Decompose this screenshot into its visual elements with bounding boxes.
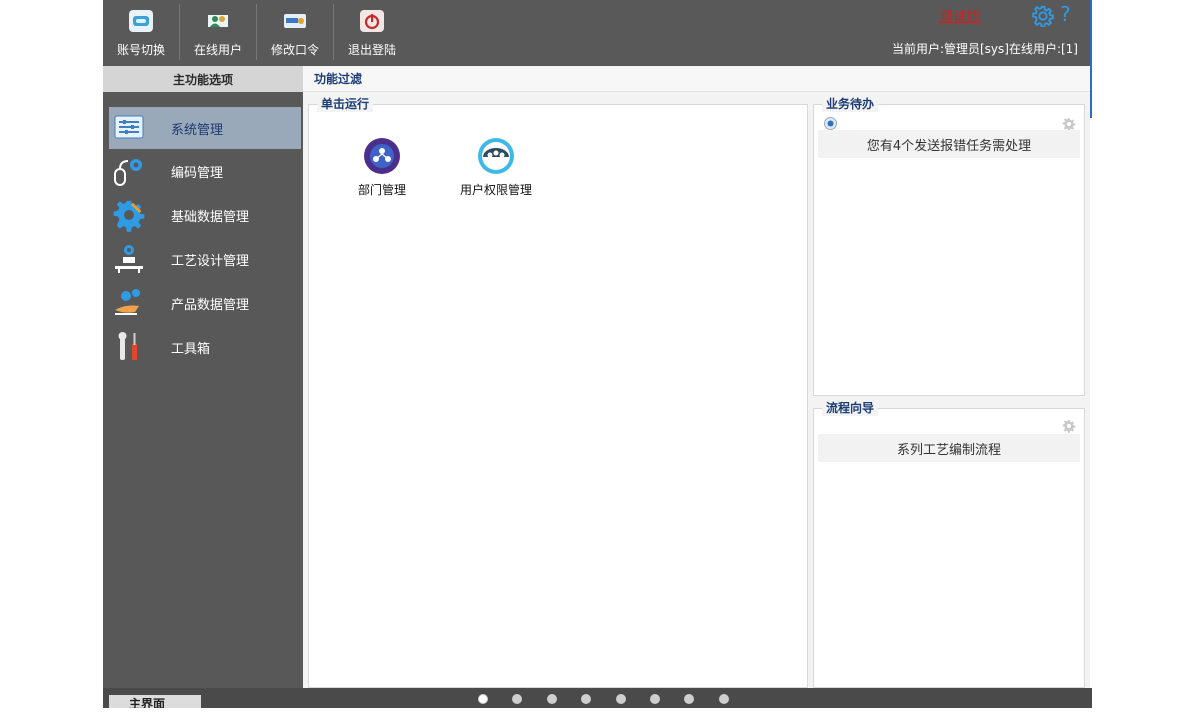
online-users-icon bbox=[206, 10, 230, 32]
sidebar-item-label: 产品数据管理 bbox=[171, 297, 250, 313]
sidebar-item-label: 系统管理 bbox=[171, 122, 224, 138]
sidebar-item-label: 基础数据管理 bbox=[171, 209, 250, 225]
todo-group-title: 业务待办 bbox=[822, 95, 879, 112]
page-dot[interactable] bbox=[650, 694, 660, 704]
sidebar-header: 主功能选项 bbox=[103, 66, 303, 92]
page-dot[interactable] bbox=[616, 694, 626, 704]
todo-settings-gear-icon[interactable] bbox=[1062, 117, 1076, 131]
account-switch-icon bbox=[129, 10, 153, 32]
flow-group: 流程向导 系列工艺编制流程 bbox=[813, 399, 1085, 688]
sidebar-item-label: 工艺设计管理 bbox=[171, 253, 250, 269]
change-password-label: 修改口令 bbox=[270, 43, 319, 57]
sidebar: 主功能选项 系统管理 编码管理 基础数据管理 工艺设计管理 产品数据管理 工具箱 bbox=[103, 66, 303, 688]
sidebar-item-system-management[interactable]: 系统管理 bbox=[109, 107, 301, 149]
window-edge-accent bbox=[1090, 0, 1092, 118]
flow-settings-gear-icon[interactable] bbox=[1062, 419, 1076, 433]
main-panel: 功能过滤 单击运行 部门管理 用户权限管理 业务待办 您有4个发送报错任务需处理 bbox=[303, 66, 1090, 688]
user-permission-management-button[interactable]: 用户权限管理 bbox=[451, 137, 541, 198]
process-design-icon bbox=[111, 242, 147, 276]
page-indicator bbox=[0, 694, 1200, 708]
logout-icon bbox=[360, 10, 384, 32]
department-icon bbox=[364, 138, 400, 174]
page-dot[interactable] bbox=[581, 694, 591, 704]
change-password-button[interactable]: 修改口令 bbox=[257, 0, 333, 66]
sidebar-item-code-management[interactable]: 编码管理 bbox=[109, 150, 301, 192]
department-management-label: 部门管理 bbox=[357, 183, 406, 197]
sidebar-item-label: 编码管理 bbox=[171, 165, 224, 181]
toolbox-icon bbox=[111, 330, 147, 364]
function-filter-label[interactable]: 功能过滤 bbox=[303, 66, 1090, 92]
sidebar-item-product-data-management[interactable]: 产品数据管理 bbox=[109, 282, 301, 324]
product-data-icon bbox=[111, 286, 147, 320]
app-window: 账号切换 在线用户 修改口令 退出登陆 测试版 ? 当前用户:管理员[sys]在… bbox=[103, 0, 1092, 708]
logout-button[interactable]: 退出登陆 bbox=[334, 0, 410, 66]
user-permission-icon bbox=[478, 138, 514, 174]
page-dot[interactable] bbox=[547, 694, 557, 704]
settings-gear-icon[interactable] bbox=[1032, 5, 1054, 28]
online-users-button[interactable]: 在线用户 bbox=[180, 0, 256, 66]
help-icon[interactable]: ? bbox=[1060, 2, 1071, 26]
sidebar-item-basic-data-management[interactable]: 基础数据管理 bbox=[109, 194, 301, 236]
system-settings-icon bbox=[111, 111, 147, 145]
flow-group-title: 流程向导 bbox=[822, 399, 879, 416]
sidebar-item-label: 工具箱 bbox=[171, 341, 211, 357]
change-password-icon bbox=[283, 10, 307, 32]
current-user-status: 当前用户:管理员[sys]在线用户:[1] bbox=[891, 42, 1078, 56]
flow-item[interactable]: 系列工艺编制流程 bbox=[818, 434, 1080, 462]
page-dot[interactable] bbox=[684, 694, 694, 704]
gear-icon bbox=[111, 198, 147, 232]
test-version-warning[interactable]: 测试版 bbox=[939, 6, 981, 25]
user-permission-management-label: 用户权限管理 bbox=[459, 183, 532, 197]
account-switch-label: 账号切换 bbox=[116, 43, 165, 57]
department-management-button[interactable]: 部门管理 bbox=[337, 137, 427, 198]
run-group-title: 单击运行 bbox=[317, 95, 374, 112]
online-users-label: 在线用户 bbox=[193, 43, 242, 57]
sidebar-item-process-design-management[interactable]: 工艺设计管理 bbox=[109, 238, 301, 280]
sidebar-item-toolbox[interactable]: 工具箱 bbox=[109, 326, 301, 368]
page-dot[interactable] bbox=[478, 694, 488, 704]
page-dot[interactable] bbox=[719, 694, 729, 704]
todo-task-message[interactable]: 您有4个发送报错任务需处理 bbox=[818, 130, 1080, 158]
logout-label: 退出登陆 bbox=[347, 43, 396, 57]
page-dot[interactable] bbox=[512, 694, 522, 704]
todo-group: 业务待办 您有4个发送报错任务需处理 bbox=[813, 95, 1085, 396]
info-icon bbox=[824, 117, 838, 131]
run-group: 单击运行 部门管理 用户权限管理 bbox=[308, 95, 808, 688]
coding-icon bbox=[111, 154, 147, 188]
top-toolbar: 账号切换 在线用户 修改口令 退出登陆 测试版 ? 当前用户:管理员[sys]在… bbox=[103, 0, 1092, 66]
account-switch-button[interactable]: 账号切换 bbox=[103, 0, 179, 66]
